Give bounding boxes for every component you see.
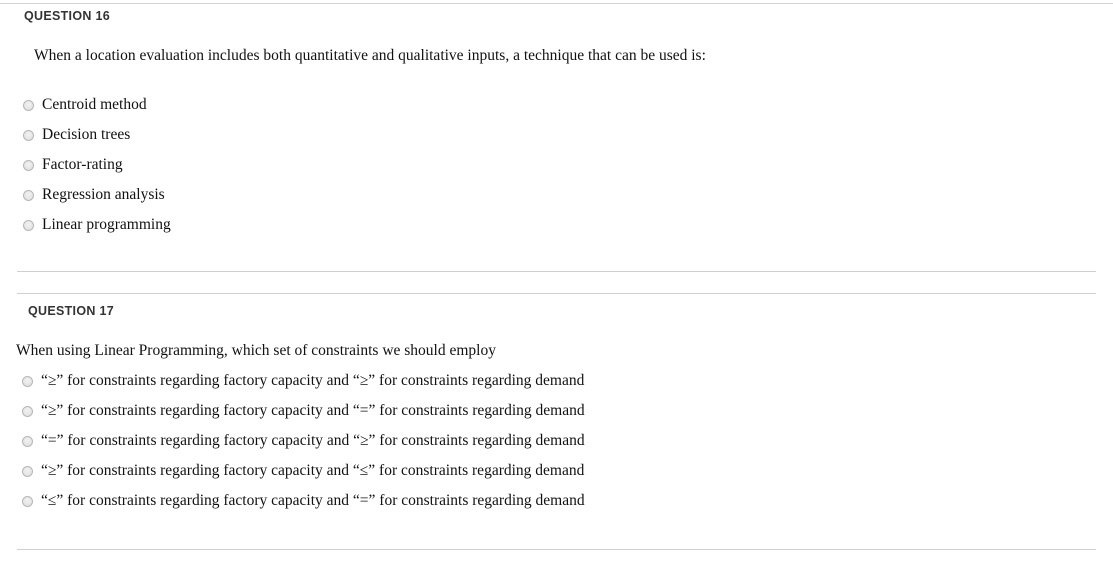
option-label: Linear programming bbox=[42, 216, 171, 233]
question-16-option-2[interactable]: Decision trees bbox=[23, 125, 171, 145]
radio-button-icon[interactable] bbox=[23, 219, 34, 231]
option-label: Factor-rating bbox=[42, 156, 123, 173]
option-label: Decision trees bbox=[42, 126, 131, 143]
question-17-options: “≥” for constraints regarding factory ca… bbox=[22, 371, 585, 521]
option-label: “≥” for constraints regarding factory ca… bbox=[41, 402, 585, 419]
divider-question-17-bottom bbox=[17, 549, 1096, 550]
radio-button-icon[interactable] bbox=[23, 129, 34, 141]
question-16-option-3[interactable]: Factor-rating bbox=[23, 155, 171, 175]
divider-top bbox=[0, 3, 1113, 4]
radio-button-icon[interactable] bbox=[22, 465, 33, 477]
option-label: “≤” for constraints regarding factory ca… bbox=[41, 492, 585, 509]
question-17-option-3[interactable]: “=” for constraints regarding factory ca… bbox=[22, 431, 585, 451]
question-17-option-5[interactable]: “≤” for constraints regarding factory ca… bbox=[22, 491, 585, 511]
radio-button-icon[interactable] bbox=[23, 189, 34, 201]
option-label: “=” for constraints regarding factory ca… bbox=[41, 432, 585, 449]
radio-button-icon[interactable] bbox=[22, 405, 33, 417]
question-17-option-4[interactable]: “≥” for constraints regarding factory ca… bbox=[22, 461, 585, 481]
question-17-option-2[interactable]: “≥” for constraints regarding factory ca… bbox=[22, 401, 585, 421]
question-16-text: When a location evaluation includes both… bbox=[34, 47, 706, 64]
question-17-header: QUESTION 17 bbox=[28, 304, 114, 318]
divider-question-16-bottom bbox=[17, 271, 1096, 272]
radio-button-icon[interactable] bbox=[22, 375, 33, 387]
question-17-text: When using Linear Programming, which set… bbox=[16, 342, 496, 359]
radio-button-icon[interactable] bbox=[22, 435, 33, 447]
option-label: Centroid method bbox=[42, 96, 147, 113]
divider-question-17-top bbox=[17, 293, 1096, 294]
quiz-page: QUESTION 16 When a location evaluation i… bbox=[0, 0, 1113, 570]
question-16-option-4[interactable]: Regression analysis bbox=[23, 185, 171, 205]
option-label: “≥” for constraints regarding factory ca… bbox=[41, 462, 585, 479]
option-label: “≥” for constraints regarding factory ca… bbox=[41, 372, 585, 389]
question-17-option-1[interactable]: “≥” for constraints regarding factory ca… bbox=[22, 371, 585, 391]
radio-button-icon[interactable] bbox=[22, 495, 33, 507]
question-16-options: Centroid method Decision trees Factor-ra… bbox=[23, 95, 171, 245]
radio-button-icon[interactable] bbox=[23, 159, 34, 171]
question-16-option-1[interactable]: Centroid method bbox=[23, 95, 171, 115]
question-16-option-5[interactable]: Linear programming bbox=[23, 215, 171, 235]
radio-button-icon[interactable] bbox=[23, 99, 34, 111]
question-16-header: QUESTION 16 bbox=[24, 9, 110, 23]
option-label: Regression analysis bbox=[42, 186, 165, 203]
